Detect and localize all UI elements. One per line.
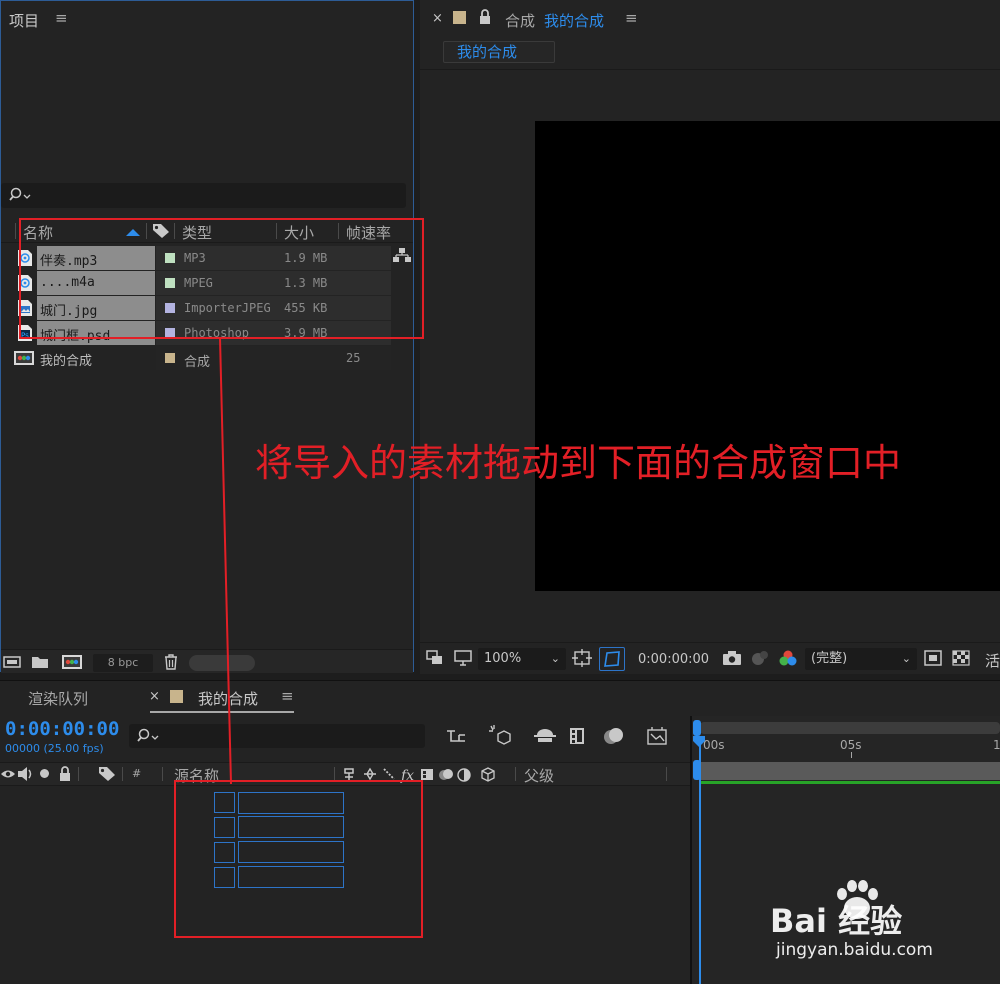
active-camera-label[interactable]: 活: [985, 650, 1000, 671]
bit-depth-button[interactable]: 8 bpc: [93, 654, 153, 672]
fast-preview-icon[interactable]: [924, 650, 942, 666]
project-search-input[interactable]: [1, 183, 406, 208]
comp-breadcrumb[interactable]: 我的合成: [443, 41, 555, 63]
new-folder-icon[interactable]: [31, 655, 49, 669]
comp-tab-prefix: 合成: [505, 12, 536, 30]
comp-panel-menu-icon[interactable]: ≡: [625, 9, 638, 27]
audio-speaker-icon[interactable]: [17, 766, 35, 782]
tab-render-queue[interactable]: 渲染队列: [28, 688, 88, 709]
solo-icon[interactable]: [40, 769, 49, 778]
timeline-tab-bar: 渲染队列 × 我的合成 ≡: [0, 680, 1000, 716]
label-tag-icon[interactable]: [98, 766, 116, 782]
composition-flowchart-icon[interactable]: [446, 727, 468, 745]
baidu-watermark: Bai 经验 jingyan.baidu.com: [770, 878, 990, 968]
zoom-dropdown[interactable]: 100% ⌄: [478, 648, 566, 670]
work-area-bar[interactable]: [700, 762, 1000, 780]
layer-placeholder-bar: [238, 816, 344, 838]
interpret-footage-icon[interactable]: [3, 655, 21, 669]
show-snapshot-icon[interactable]: [750, 649, 770, 667]
trash-icon[interactable]: [163, 654, 179, 670]
viewer-toolbar: 100% ⌄ 0:00:00:00 (完整) ⌄ 活: [420, 642, 1000, 674]
project-item-row[interactable]: 我的合成 合成 25: [11, 346, 391, 371]
comp-tab-name[interactable]: 我的合成: [544, 10, 604, 31]
lock-icon[interactable]: [58, 766, 72, 782]
camera-snapshot-icon[interactable]: [722, 650, 742, 666]
time-navigator-bar[interactable]: [700, 722, 1000, 734]
watermark-url: jingyan.baidu.com: [776, 940, 933, 960]
frame-count-display: 00000 (25.00 fps): [5, 742, 104, 755]
composition-icon: [13, 349, 35, 367]
resolution-dropdown[interactable]: (完整) ⌄: [805, 648, 917, 670]
item-fps: 25: [346, 351, 361, 365]
eye-icon[interactable]: [0, 767, 16, 781]
composition-canvas[interactable]: [535, 121, 1000, 591]
annotation-text: 将导入的素材拖动到下面的合成窗口中: [255, 441, 902, 485]
rgb-channels-icon[interactable]: [778, 649, 798, 667]
ruler-label-0: 00s: [703, 738, 725, 752]
layer-placeholder-checkbox: [214, 792, 235, 813]
checkerboard-icon[interactable]: [952, 650, 970, 666]
transparency-grid-toggle[interactable]: [599, 647, 625, 671]
zoom-value: 100%: [484, 651, 522, 666]
lock-icon[interactable]: [478, 9, 492, 25]
timeline-menu-icon[interactable]: ≡: [281, 687, 294, 705]
layer-placeholder-checkbox: [214, 842, 235, 863]
playhead-line[interactable]: [699, 736, 701, 984]
label-swatch[interactable]: [170, 690, 183, 703]
layer-placeholder-bar: [238, 841, 344, 863]
new-composition-icon[interactable]: [61, 654, 83, 670]
close-icon[interactable]: ×: [149, 689, 160, 704]
project-panel-menu-icon[interactable]: ≡: [55, 9, 68, 27]
layer-placeholder-bar: [238, 792, 344, 814]
graph-editor-icon[interactable]: [646, 726, 668, 746]
navigator-start-handle[interactable]: [693, 720, 701, 736]
close-icon[interactable]: ×: [432, 11, 443, 26]
viewer-timecode[interactable]: 0:00:00:00: [638, 652, 709, 667]
region-of-interest-icon[interactable]: [572, 649, 592, 667]
chevron-down-icon: ⌄: [901, 652, 911, 665]
draft-3d-icon[interactable]: [488, 724, 512, 746]
monitor-icon[interactable]: [454, 650, 472, 666]
search-icon: [9, 187, 33, 203]
parent-header[interactable]: 父级: [524, 765, 554, 786]
layer-placeholder-bar: [238, 866, 344, 888]
item-type: 合成: [184, 355, 211, 370]
chevron-down-icon: ⌄: [550, 652, 560, 665]
layer-placeholder-checkbox: [214, 817, 235, 838]
project-panel-title: 项目: [9, 12, 40, 30]
search-icon: [137, 728, 161, 744]
always-preview-icon[interactable]: [426, 650, 444, 666]
annotation-arrow-line: [219, 337, 232, 785]
label-swatch[interactable]: [453, 11, 466, 24]
timeline-search-input[interactable]: [129, 724, 425, 748]
motion-blur-icon[interactable]: [603, 726, 625, 746]
layer-number-header: #: [132, 767, 142, 780]
item-name: 我的合成: [40, 354, 93, 369]
ruler-label-5: 05s: [840, 738, 862, 752]
resolution-value: (完整): [811, 651, 848, 666]
label-swatch[interactable]: [165, 353, 175, 363]
watermark-brand: Bai 经验: [770, 902, 903, 940]
render-cache-indicator: [700, 781, 1000, 784]
shy-layers-icon[interactable]: [534, 726, 556, 744]
composition-tab-bar: × 合成 我的合成 ≡ 我的合成: [420, 0, 1000, 70]
ruler-label-10: 1: [993, 738, 1000, 752]
annotation-highlight-box: [19, 218, 424, 339]
current-time-display[interactable]: 0:00:00:00: [5, 718, 119, 740]
layer-placeholder-checkbox: [214, 867, 235, 888]
frame-blending-icon[interactable]: [568, 726, 590, 746]
project-bottom-toolbar: 8 bpc: [1, 649, 413, 673]
